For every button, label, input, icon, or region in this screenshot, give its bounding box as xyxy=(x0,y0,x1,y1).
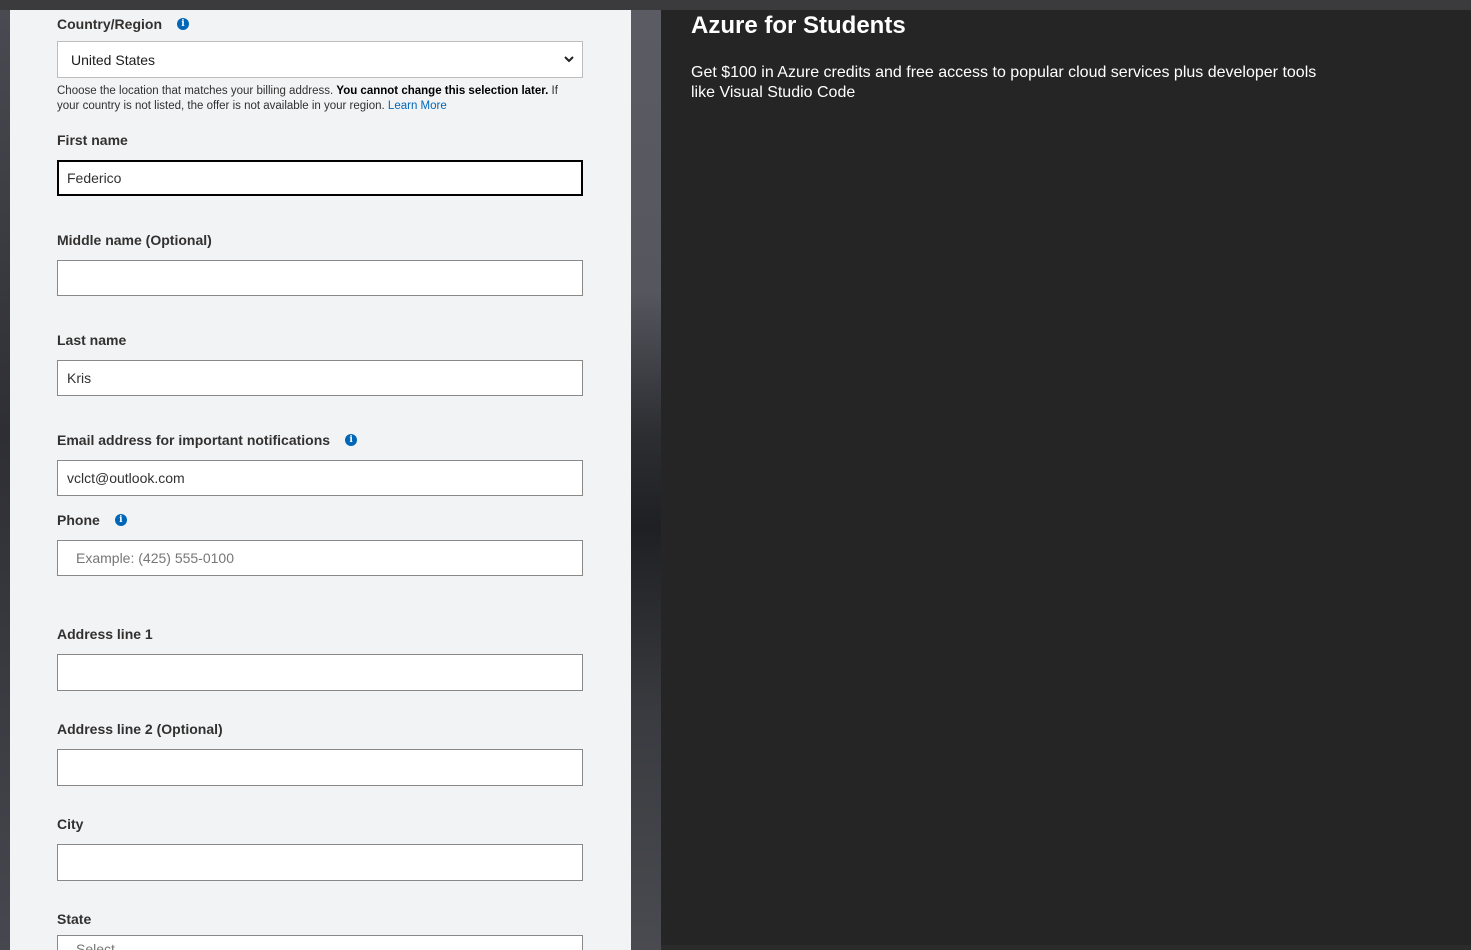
email-input[interactable]: vclct@outlook.com xyxy=(57,460,583,496)
country-field: Country/Region i United States Choose th… xyxy=(57,14,583,114)
signup-form-panel: Country/Region i United States Choose th… xyxy=(10,10,631,950)
phone-label: Phone xyxy=(57,512,100,528)
learn-more-link[interactable]: Learn More xyxy=(388,100,447,112)
address-line-1-input[interactable] xyxy=(57,654,583,691)
address-line-1-field: Address line 1 xyxy=(57,624,583,691)
bottom-border xyxy=(661,945,1471,950)
phone-field: Phone i Example: (425) 555-0100 xyxy=(57,510,583,576)
email-field: Email address for important notification… xyxy=(57,430,583,496)
country-help-warning: You cannot change this selection later. xyxy=(336,85,549,97)
country-select[interactable]: United States xyxy=(57,41,583,78)
info-icon[interactable]: i xyxy=(345,434,358,446)
last-name-label: Last name xyxy=(57,332,127,348)
address-line-2-label: Address line 2 (Optional) xyxy=(57,721,223,737)
email-label: Email address for important notification… xyxy=(57,432,331,448)
phone-input[interactable]: Example: (425) 555-0100 xyxy=(57,540,583,576)
city-label: City xyxy=(57,816,84,832)
first-name-label: First name xyxy=(57,132,128,148)
address-line-1-label: Address line 1 xyxy=(57,626,153,642)
chevron-down-icon xyxy=(564,56,574,63)
state-select[interactable]: Select xyxy=(57,935,583,950)
country-help-text: Choose the location that matches your bi… xyxy=(57,85,558,112)
middle-name-field: Middle name (Optional) xyxy=(57,230,583,296)
promo-title: Azure for Students xyxy=(691,12,906,39)
last-name-input[interactable]: Kris xyxy=(57,360,583,396)
middle-name-label: Middle name (Optional) xyxy=(57,232,212,248)
first-name-field: First name Federico xyxy=(57,130,583,196)
address-line-2-input[interactable] xyxy=(57,749,583,786)
country-value: United States xyxy=(71,51,156,68)
info-icon[interactable]: i xyxy=(114,514,127,526)
city-field: City xyxy=(57,814,583,881)
promo-panel: Azure for Students Get $100 in Azure cre… xyxy=(661,10,1471,950)
city-input[interactable] xyxy=(57,844,583,881)
info-icon[interactable]: i xyxy=(177,18,189,30)
last-name-field: Last name Kris xyxy=(57,330,583,396)
country-label: Country/Region xyxy=(57,16,162,32)
promo-description: Get $100 in Azure credits and free acces… xyxy=(691,64,1317,101)
state-label: State xyxy=(57,911,92,927)
first-name-input[interactable]: Federico xyxy=(57,160,583,196)
middle-name-input[interactable] xyxy=(57,260,583,296)
background-strip xyxy=(0,10,10,950)
background-strip xyxy=(631,10,661,950)
address-line-2-field: Address line 2 (Optional) xyxy=(57,719,583,786)
state-field: State Select xyxy=(57,909,583,950)
